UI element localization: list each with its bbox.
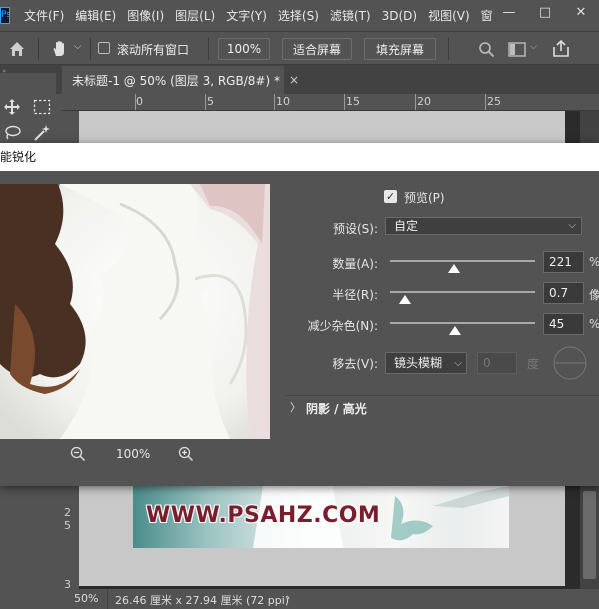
divider <box>285 395 599 396</box>
reduce-noise-label: 减少杂色(N): <box>307 319 378 333</box>
smart-sharpen-dialog: 能锐化 100% ✓ 预览(P) 预设(S): 自定 ⌵ 数量(A): 221 … <box>0 143 599 486</box>
remove-value: 镜头模糊 <box>394 356 443 370</box>
tools-panel: » <box>0 65 56 155</box>
chevron-down-icon: ⌵ <box>454 358 462 369</box>
banner-text: WWW.PSAHZ.COM <box>146 503 381 528</box>
preview-image[interactable] <box>0 184 270 439</box>
divider <box>448 38 449 60</box>
chevron-right-icon[interactable]: › <box>286 591 290 604</box>
preset-select[interactable]: 自定 ⌵ <box>385 217 582 235</box>
remove-select[interactable]: 镜头模糊 ⌵ <box>385 352 467 374</box>
zoom-in-icon[interactable] <box>178 446 194 462</box>
dialog-title: 能锐化 <box>0 143 599 171</box>
workspace-icon[interactable] <box>508 42 526 57</box>
photoshop-logo: Ps <box>0 7 10 24</box>
vruler-label: 2 <box>64 506 71 519</box>
preview-checkbox[interactable]: ✓ <box>384 190 397 203</box>
ruler-label: 10 <box>276 95 290 108</box>
radius-unit: 像 <box>589 288 599 302</box>
shadow-highlight-section[interactable]: 阴影 / 高光 <box>306 400 367 417</box>
reduce-noise-slider-track[interactable] <box>390 322 535 324</box>
menu-type[interactable]: 文字(Y) <box>226 7 267 24</box>
collapse-icon[interactable]: » <box>2 67 6 75</box>
angle-unit: 度 <box>527 357 540 371</box>
menu-view[interactable]: 视图(V) <box>428 7 470 24</box>
ruler-label: 15 <box>346 95 360 108</box>
maximize-button[interactable]: □ <box>527 0 563 24</box>
menu-image[interactable]: 图像(I) <box>127 7 164 24</box>
radius-label: 半径(R): <box>332 288 378 302</box>
document-canvas[interactable] <box>79 111 565 144</box>
divider <box>38 38 39 60</box>
chevron-down-icon: ⌵ <box>568 220 576 231</box>
radius-slider-track[interactable] <box>390 291 535 293</box>
home-icon[interactable] <box>8 40 26 58</box>
angle-input[interactable]: 0 <box>477 352 517 374</box>
window-controls: — □ ✕ <box>491 0 599 24</box>
angle-dial-icon[interactable] <box>552 345 588 381</box>
amount-slider-thumb[interactable] <box>448 264 461 273</box>
fill-screen-button[interactable]: 填充屏幕 <box>364 38 436 60</box>
status-bar: 50% 26.46 厘米 x 27.94 厘米 (72 ppi) › <box>62 589 599 609</box>
chevron-down-icon[interactable]: ⌵ <box>74 41 82 52</box>
tab-close-icon[interactable]: × <box>289 73 299 87</box>
preset-label: 预设(S): <box>332 222 378 236</box>
minimize-button[interactable]: — <box>491 0 527 24</box>
reduce-noise-slider-thumb[interactable] <box>449 326 462 335</box>
document-tab[interactable]: 未标题-1 @ 50% (图层 3, RGB/8#) * × <box>62 66 299 94</box>
vruler-label: 5 <box>64 519 71 532</box>
divider <box>208 38 209 60</box>
menu-3d[interactable]: 3D(D) <box>382 9 417 23</box>
scroll-all-checkbox[interactable] <box>98 42 110 54</box>
fit-screen-button[interactable]: 适合屏幕 <box>282 38 352 60</box>
reduce-noise-unit: % <box>589 317 599 331</box>
preview-zoom-value: 100% <box>116 447 151 461</box>
hand-tool-icon[interactable] <box>50 39 70 59</box>
divider <box>90 38 91 60</box>
scroll-thumb[interactable] <box>583 491 596 579</box>
ruler-label: 20 <box>417 95 431 108</box>
status-doc-size: 26.46 厘米 x 27.94 厘米 (72 ppi) <box>115 594 290 607</box>
ruler-label: 5 <box>207 95 214 108</box>
remove-label: 移去(V): <box>332 357 378 371</box>
share-icon[interactable] <box>552 39 570 58</box>
menu-layer[interactable]: 图层(L) <box>175 7 215 24</box>
preview-label: 预览(P) <box>404 191 445 205</box>
move-tool-icon[interactable] <box>3 98 21 116</box>
close-button[interactable]: ✕ <box>563 0 599 24</box>
status-zoom[interactable]: 50% <box>74 592 98 605</box>
preset-value: 自定 <box>394 219 419 233</box>
zoom-100-button[interactable]: 100% <box>218 38 270 60</box>
menu-file[interactable]: 文件(F) <box>24 7 64 24</box>
amount-label: 数量(A): <box>332 257 378 271</box>
lasso-tool-icon[interactable] <box>3 125 21 141</box>
amount-unit: % <box>589 255 599 269</box>
amount-slider-track[interactable] <box>390 260 535 262</box>
scroll-all-label: 滚动所有窗口 <box>117 43 190 57</box>
workspace-chevron-icon[interactable]: ⌵ <box>530 42 537 52</box>
menu-select[interactable]: 选择(S) <box>278 7 319 24</box>
horizontal-ruler: 0 5 10 15 20 25 <box>62 94 599 111</box>
chevron-right-icon[interactable]: 〉 <box>290 399 301 415</box>
search-icon[interactable] <box>478 41 495 58</box>
magic-wand-tool-icon[interactable] <box>33 124 51 142</box>
preview-photo <box>0 184 270 439</box>
menu-filter[interactable]: 滤镜(T) <box>330 7 371 24</box>
zoom-out-icon[interactable] <box>70 446 86 462</box>
marquee-tool-icon[interactable] <box>33 99 51 115</box>
radius-slider-thumb[interactable] <box>398 295 411 304</box>
menu-edit[interactable]: 编辑(E) <box>75 7 116 24</box>
amount-input[interactable]: 221 <box>543 251 584 273</box>
reduce-noise-input[interactable]: 45 <box>543 313 584 335</box>
ruler-label: 25 <box>487 95 501 108</box>
divider <box>107 589 108 609</box>
radius-input[interactable]: 0.7 <box>543 282 584 304</box>
document-tab-title: 未标题-1 @ 50% (图层 3, RGB/8#) * <box>72 73 280 88</box>
options-bar: ⌵ 滚动所有窗口 100% 适合屏幕 填充屏幕 ⌵ <box>0 31 599 65</box>
ruler-label: 0 <box>136 95 143 108</box>
